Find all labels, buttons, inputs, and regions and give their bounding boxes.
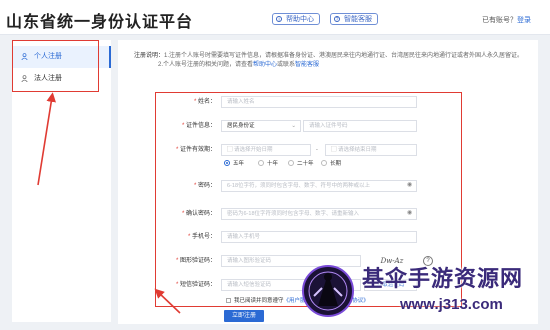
watermark-url: www.j313.com bbox=[400, 296, 503, 313]
watermark-brand: 基伞手游资源网 bbox=[362, 266, 524, 291]
arrow-to-form bbox=[154, 288, 181, 314]
arrow-to-sidebar bbox=[37, 92, 56, 186]
watermark: 基伞手游资源网 www.j313.com bbox=[300, 256, 544, 324]
watermark-logo bbox=[302, 265, 354, 317]
